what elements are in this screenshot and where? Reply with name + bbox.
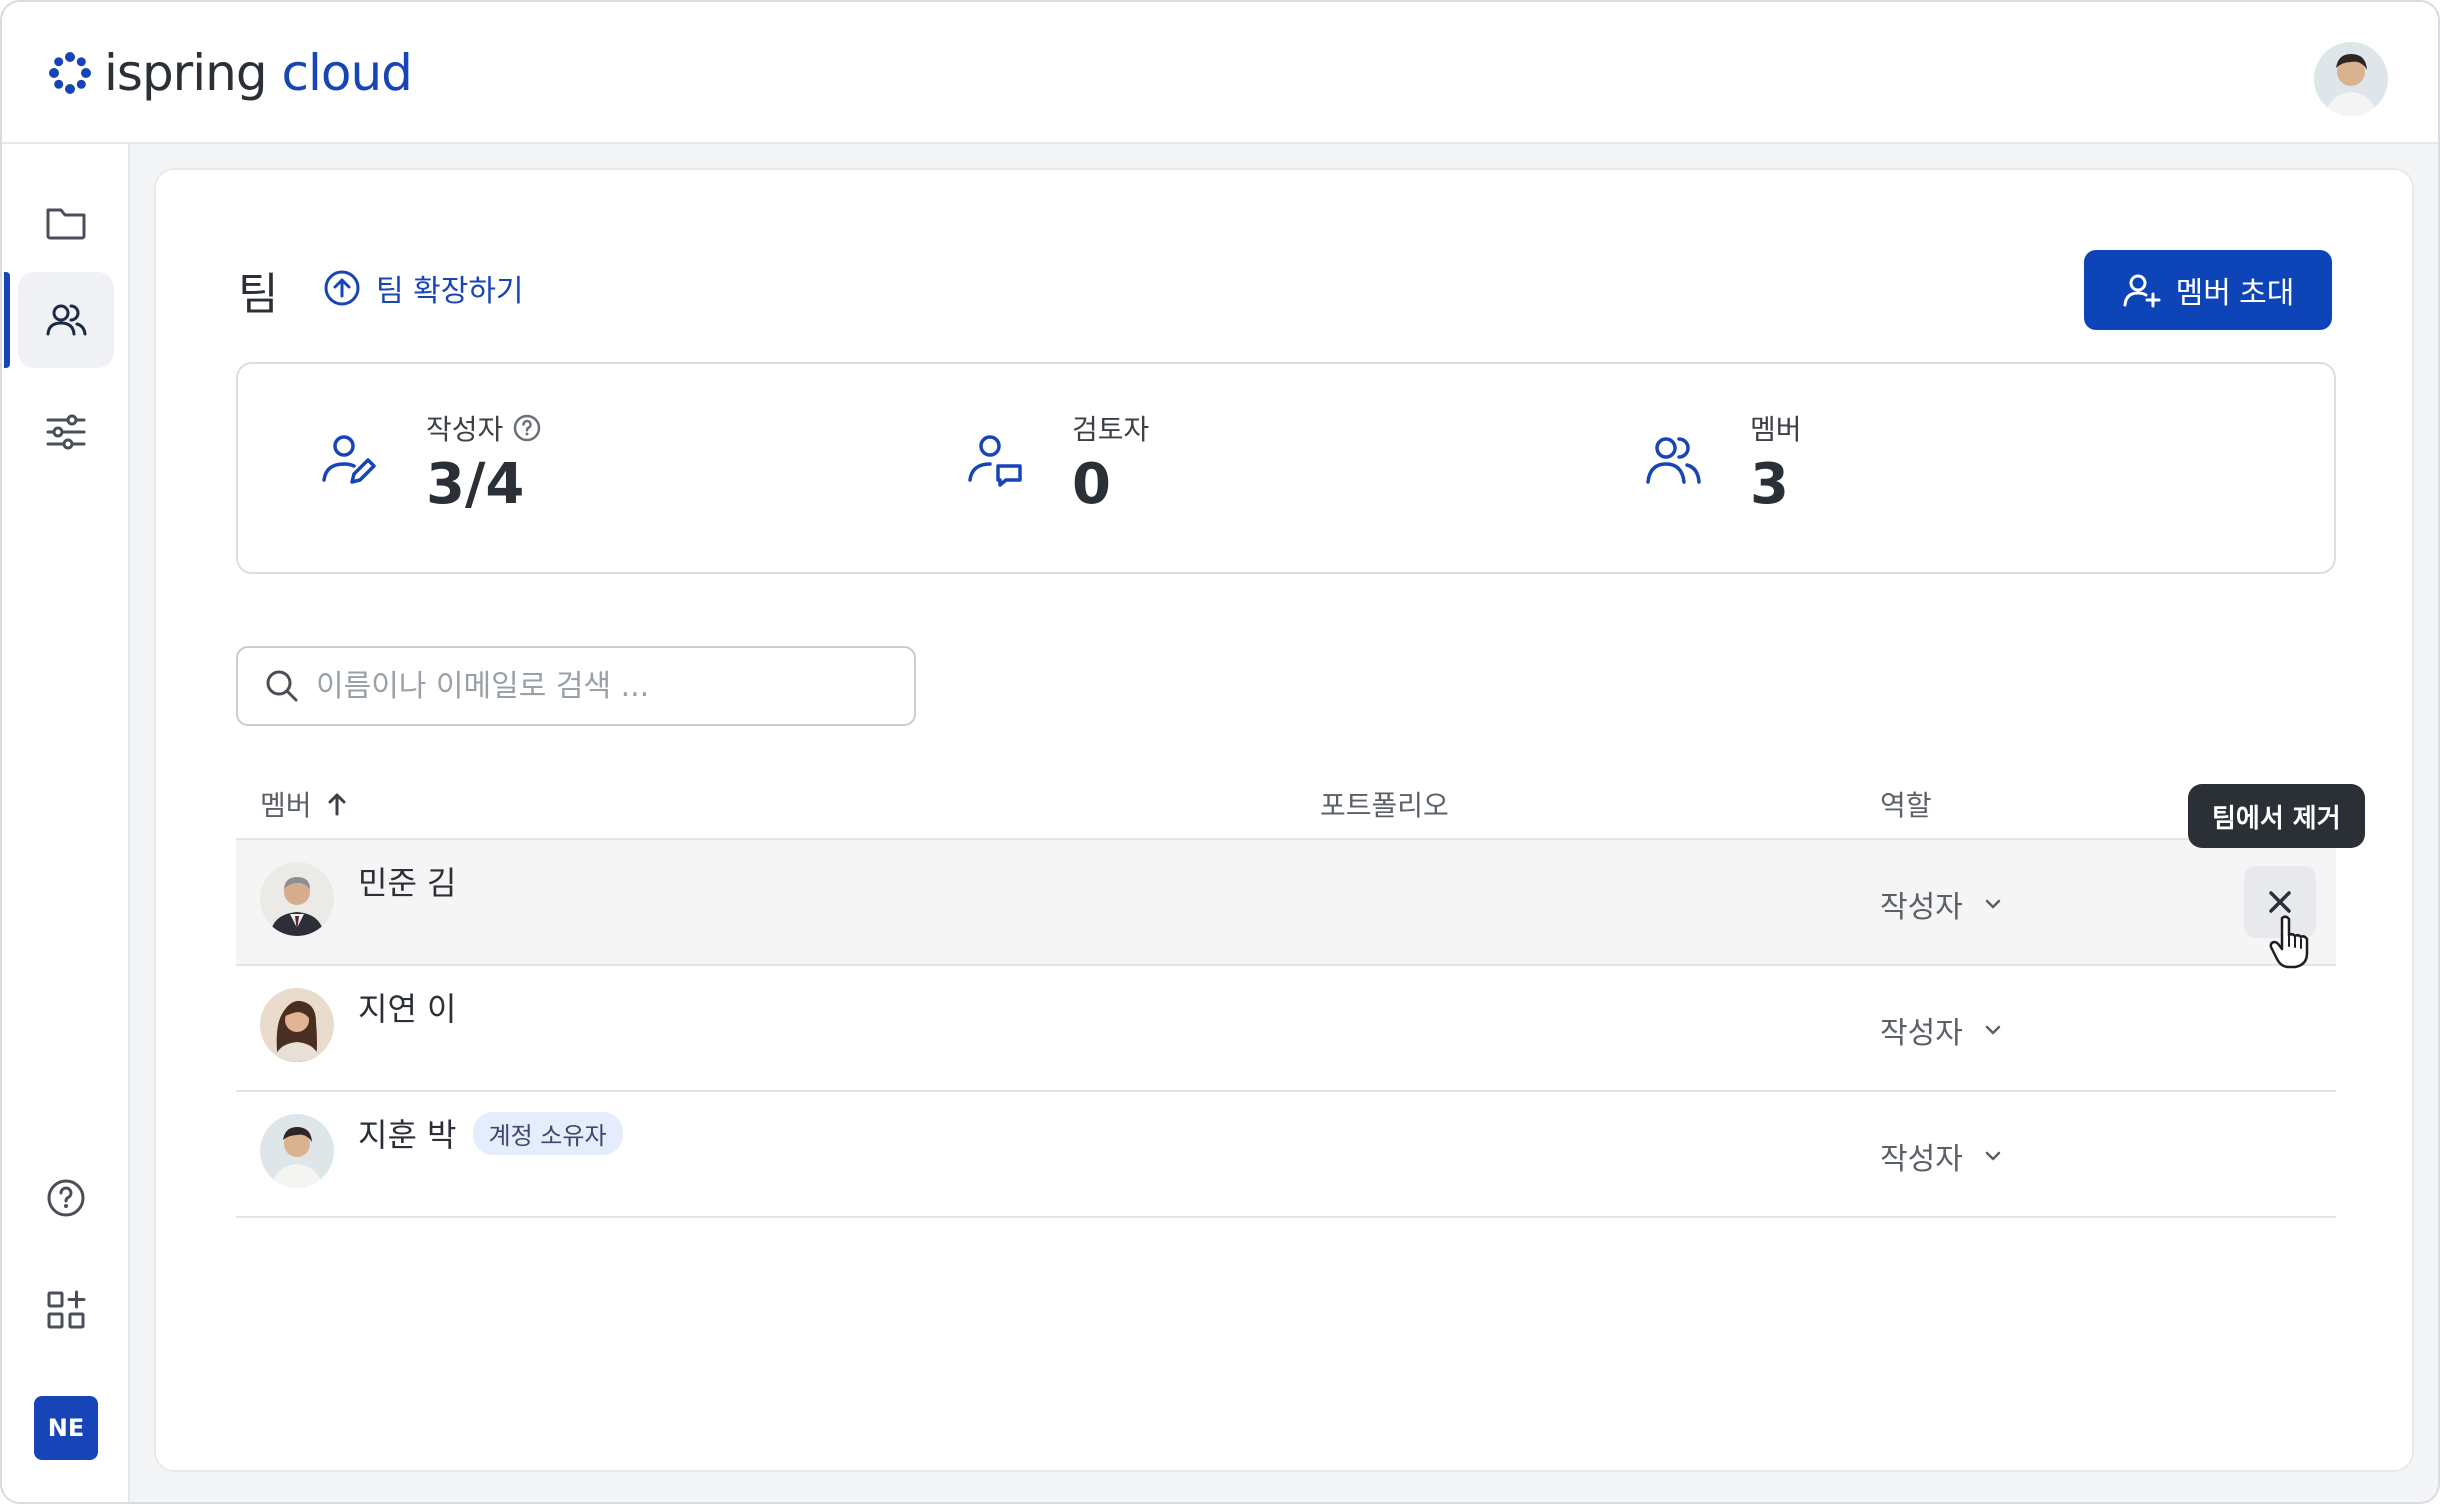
- sort-ascending-icon: [328, 793, 346, 816]
- remove-from-team-tooltip: 팀에서 제거: [2188, 784, 2365, 848]
- member-name: 지연 이: [358, 990, 457, 1028]
- chevron-down-icon: [1985, 899, 2001, 909]
- logo-mark-icon: [49, 52, 91, 94]
- page-title: 팀: [238, 269, 279, 320]
- reviewer-icon: [968, 435, 1022, 487]
- search-box[interactable]: [236, 646, 916, 726]
- logo-text: ispring cloud: [104, 40, 413, 106]
- add-user-icon: [2123, 274, 2161, 308]
- role-dropdown-value: 작성자: [1880, 1016, 1963, 1051]
- user-avatar[interactable]: [2314, 42, 2388, 116]
- role-dropdown-value: 작성자: [1880, 890, 1963, 925]
- expand-team-label: 팀 확장하기: [376, 274, 524, 309]
- team-panel: 팀 팀 확장하기 멤버 초대 작성자 3/4 검토자 0 멤버 3 이름이나 이…: [154, 168, 2414, 1472]
- logo-text-cloud: cloud: [281, 44, 412, 102]
- stat-reviewers-value: 0: [1072, 452, 1111, 517]
- sidebar-active-indicator: [4, 272, 10, 368]
- members-icon: [1646, 437, 1701, 484]
- member-name-group: 지훈 박 계정 소유자: [358, 1110, 623, 1156]
- role-dropdown[interactable]: 작성자: [1880, 882, 2007, 926]
- users-icon: [46, 304, 87, 336]
- table-header: 멤버 포트폴리오 역할: [236, 774, 2336, 840]
- logo-text-ispring: ispring: [104, 44, 268, 102]
- stat-authors-label: 작성자: [426, 408, 543, 448]
- workspace-badge[interactable]: NE: [34, 1396, 98, 1460]
- invite-member-label: 멤버 초대: [2175, 277, 2295, 310]
- sidebar: NE: [2, 144, 130, 1502]
- sidebar-item-help[interactable]: [18, 1150, 114, 1246]
- search-icon: [266, 670, 298, 702]
- expand-team-link[interactable]: 팀 확장하기: [322, 266, 524, 310]
- stat-members-label: 멤버: [1750, 413, 1802, 446]
- sidebar-item-apps[interactable]: [18, 1262, 114, 1358]
- stat-authors-value: 3/4: [426, 452, 525, 517]
- table-row[interactable]: 지훈 박 계정 소유자 작성자: [236, 1092, 2336, 1218]
- invite-member-button[interactable]: 멤버 초대: [2084, 250, 2332, 330]
- top-header: ispring cloud: [2, 2, 2438, 144]
- arrow-up-circle-icon: [324, 270, 360, 306]
- member-avatar: [260, 988, 334, 1062]
- team-stats-card: 작성자 3/4 검토자 0 멤버 3: [236, 362, 2336, 574]
- stat-authors-label-text: 작성자: [426, 413, 504, 446]
- folder-icon: [46, 208, 86, 240]
- stat-members-value: 3: [1750, 452, 1789, 517]
- table-row[interactable]: 지연 이 작성자: [236, 966, 2336, 1092]
- search-input[interactable]: [316, 668, 876, 704]
- member-name: 민준 김: [358, 864, 457, 902]
- member-avatar: [260, 1114, 334, 1188]
- sliders-icon: [46, 414, 86, 450]
- role-dropdown[interactable]: 작성자: [1880, 1134, 2007, 1178]
- chevron-down-icon: [1985, 1025, 2001, 1035]
- column-header-member-label: 멤버: [260, 789, 312, 822]
- hand-pointer-cursor-icon: [2269, 915, 2309, 969]
- column-header-member[interactable]: 멤버: [260, 784, 352, 824]
- table-row[interactable]: 민준 김 작성자: [236, 840, 2336, 966]
- app-window: ispring cloud NE 팀 팀 확장하기 멤버 초대 작성자 3/4 …: [0, 0, 2440, 1504]
- account-owner-badge: 계정 소유자: [472, 1111, 623, 1155]
- add-apps-icon: [47, 1290, 86, 1329]
- member-name: 지훈 박: [358, 1116, 457, 1154]
- column-header-role: 역할: [1880, 789, 1932, 822]
- role-dropdown-value: 작성자: [1880, 1142, 1963, 1177]
- sidebar-item-settings[interactable]: [18, 384, 114, 480]
- ispring-cloud-logo[interactable]: ispring cloud: [46, 40, 413, 106]
- chevron-down-icon: [1985, 1151, 2001, 1161]
- member-avatar: [260, 862, 334, 936]
- question-circle-icon[interactable]: [511, 412, 543, 444]
- stat-reviewers-label: 검토자: [1072, 413, 1150, 446]
- sidebar-item-files[interactable]: [18, 174, 114, 270]
- help-icon: [47, 1179, 85, 1217]
- sidebar-item-team[interactable]: [18, 272, 114, 368]
- role-dropdown[interactable]: 작성자: [1880, 1008, 2007, 1052]
- author-icon: [322, 435, 376, 484]
- column-header-portfolio: 포트폴리오: [1320, 789, 1449, 822]
